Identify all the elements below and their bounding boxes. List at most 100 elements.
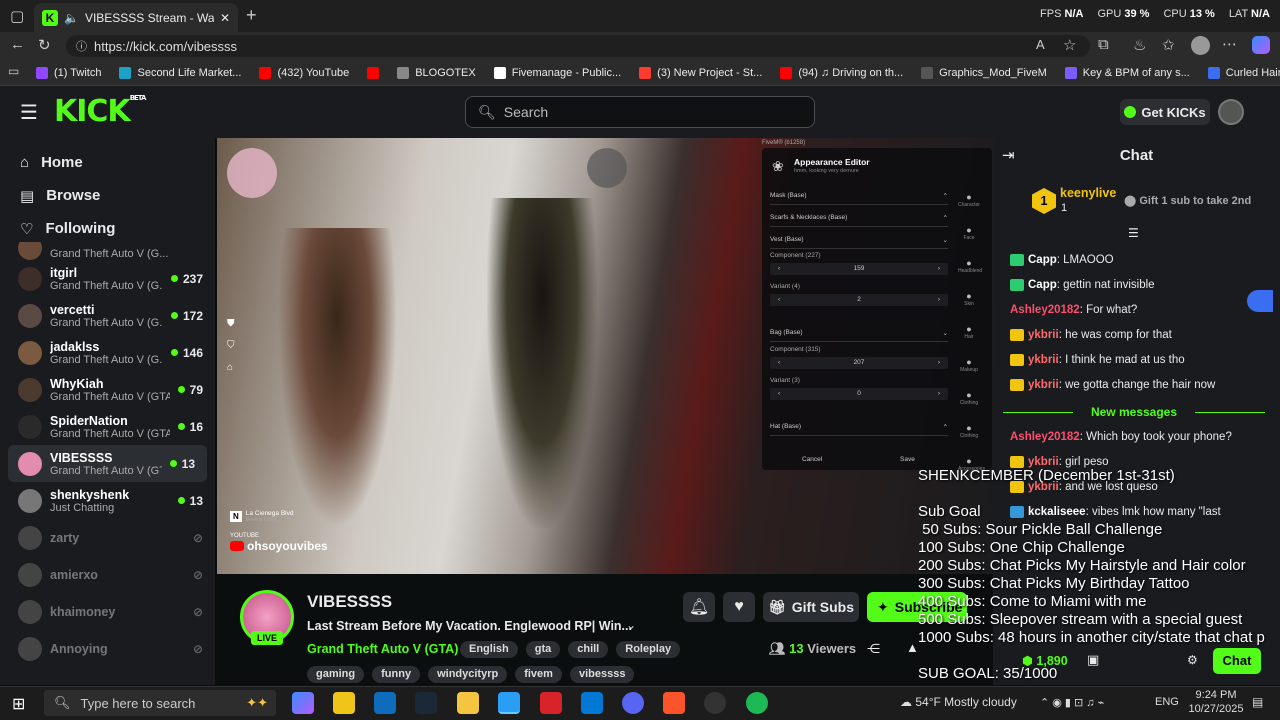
- discord-app-icon[interactable]: [622, 692, 644, 714]
- sidebar-channel[interactable]: WhyKiah Grand Theft Auto V (GTA) 79: [0, 371, 215, 408]
- brave-app-icon[interactable]: [663, 692, 685, 714]
- clock[interactable]: 9:24 PM 10/27/2025: [1188, 688, 1244, 716]
- outlook-app-icon[interactable]: [374, 692, 396, 714]
- nav-browse[interactable]: ▤ Browse: [0, 179, 215, 212]
- bookmark-item[interactable]: BLOGOTEX: [397, 66, 476, 79]
- chevron-down-icon[interactable]: ⌄: [626, 618, 636, 632]
- user-avatar[interactable]: [1218, 99, 1244, 125]
- editor-cancel-button: Cancel: [802, 456, 823, 463]
- wps-app-icon[interactable]: [540, 692, 562, 714]
- chat-menu-icon[interactable]: ☰: [1128, 226, 1139, 240]
- bookmark-item[interactable]: Graphics_Mod_FiveM: [921, 66, 1047, 79]
- chat-username[interactable]: ykbrii: [1028, 456, 1059, 468]
- url-bar[interactable]: ⓘ https://kick.com/vibessss: [66, 35, 1090, 57]
- sidebar-channel[interactable]: VIBESSSSGrand Theft Auto V (GTA) 13: [8, 445, 207, 482]
- sidebar-channel[interactable]: vercetti Grand Theft Auto V (G... 172: [0, 297, 215, 334]
- windows-start-icon[interactable]: ⊞: [12, 694, 25, 714]
- chat-username[interactable]: Capp: [1028, 279, 1057, 291]
- favorites-icon[interactable]: ✩: [1162, 36, 1175, 54]
- follow-heart-button[interactable]: ♥: [723, 592, 755, 622]
- gift-prompt[interactable]: ⬤ Gift 1 sub to take 2nd: [1124, 194, 1251, 207]
- stream-tag[interactable]: English: [460, 641, 518, 658]
- stream-tag[interactable]: gta: [525, 641, 561, 658]
- sidebar-channel[interactable]: SpiderNation Grand Theft Auto V (GTA) 16: [0, 408, 215, 445]
- reload-button[interactable]: ↻: [38, 36, 51, 54]
- notification-bell-button[interactable]: 🔔︎: [683, 592, 715, 622]
- stream-category[interactable]: Grand Theft Auto V (GTA): [307, 642, 458, 656]
- nav-following[interactable]: ♡ Following: [0, 212, 215, 245]
- chat-username[interactable]: ykbrii: [1028, 481, 1059, 493]
- new-tab-button[interactable]: +: [246, 5, 257, 26]
- favorite-star-icon[interactable]: ☆: [1063, 36, 1076, 54]
- extensions-icon[interactable]: ⧉: [1098, 36, 1109, 53]
- stream-tag[interactable]: funny: [372, 666, 421, 683]
- search-input[interactable]: 🔍︎ Search: [465, 96, 815, 128]
- chat-username[interactable]: ykbrii: [1028, 329, 1059, 341]
- bookmark-item[interactable]: (94) ♫ Driving on th...: [780, 66, 903, 79]
- report-icon[interactable]: ▲: [906, 640, 919, 655]
- chat-username[interactable]: Ashley20182: [1010, 304, 1080, 316]
- stream-tag[interactable]: gaming: [307, 666, 365, 683]
- store-app-icon[interactable]: [333, 692, 355, 714]
- leader-username[interactable]: keenylive: [1060, 186, 1116, 200]
- read-aloud-icon[interactable]: A: [1036, 37, 1045, 52]
- chat-username[interactable]: kckaliseee: [1028, 506, 1086, 518]
- chat-username[interactable]: ykbrii: [1028, 379, 1059, 391]
- chat-username[interactable]: Capp: [1028, 254, 1057, 266]
- weather-widget[interactable]: ☁ 54°F Mostly cloudy: [900, 695, 1017, 709]
- reading-list-icon[interactable]: ▭: [8, 64, 19, 78]
- window-app-icon[interactable]: [581, 692, 603, 714]
- performance-icon[interactable]: ♨: [1133, 36, 1146, 54]
- stream-tag[interactable]: chill: [568, 641, 609, 658]
- tab-close-icon[interactable]: ✕: [220, 11, 230, 25]
- copilot-app-icon[interactable]: [292, 692, 314, 714]
- bookmark-item[interactable]: [367, 66, 380, 79]
- language-indicator[interactable]: ENG: [1155, 696, 1179, 708]
- bookmark-item[interactable]: (432) YouTube: [259, 66, 349, 79]
- taskbar-search[interactable]: 🔍︎ Type here to search ✦✦: [44, 690, 276, 716]
- hamburger-menu-icon[interactable]: ☰: [20, 100, 38, 125]
- sidebar-channel[interactable]: Annoying ⊘: [0, 630, 215, 667]
- new-messages-divider[interactable]: New messages: [1003, 405, 1265, 419]
- notifications-icon[interactable]: ▤: [1252, 695, 1263, 709]
- window-menu-icon[interactable]: ▢: [10, 7, 24, 25]
- chat-username[interactable]: Ashley20182: [1010, 431, 1080, 443]
- get-kicks-button[interactable]: Get KICKs: [1120, 99, 1210, 125]
- profile-icon[interactable]: [1191, 36, 1210, 55]
- kick-logo[interactable]: KICKBETA: [54, 94, 146, 129]
- file-explorer-icon[interactable]: [457, 692, 479, 714]
- bookmark-item[interactable]: Second Life Market...: [119, 66, 241, 79]
- sidebar-channel[interactable]: khaimoney ⊘: [0, 593, 215, 630]
- bookmark-item[interactable]: Key & BPM of any s...: [1064, 66, 1190, 79]
- edge-app-icon[interactable]: [498, 692, 520, 714]
- back-button[interactable]: ←: [10, 36, 25, 53]
- sidebar-channel[interactable]: amierxo ⊘: [0, 556, 215, 593]
- obs-app-icon[interactable]: [704, 692, 726, 714]
- copilot-icon[interactable]: [1252, 36, 1270, 54]
- sidebar-channel[interactable]: jadaklss Grand Theft Auto V (G... 146: [0, 334, 215, 371]
- channel-name[interactable]: VIBESSSS: [307, 592, 392, 612]
- steam-app-icon[interactable]: [415, 692, 437, 714]
- sidebar-channel[interactable]: shenkyshenk Just Chatting 13: [0, 482, 215, 519]
- nav-home[interactable]: ⌂ Home: [0, 146, 215, 179]
- more-menu-icon[interactable]: ⋯: [1222, 35, 1237, 53]
- stream-tag[interactable]: Roleplay: [616, 641, 681, 658]
- sidebar-channel[interactable]: itgirl Grand Theft Auto V (G... 237: [0, 260, 215, 297]
- bookmark-item[interactable]: (1) Twitch: [36, 66, 101, 79]
- gift-subs-button[interactable]: 🎁︎ Gift Subs: [763, 592, 859, 622]
- stream-tag[interactable]: vibessss: [569, 666, 635, 683]
- chat-username[interactable]: ykbrii: [1028, 354, 1059, 366]
- browser-tab-active[interactable]: K 🔈 VIBESSSS Stream - Watch Li... ✕: [34, 3, 238, 32]
- site-info-icon[interactable]: ⓘ: [76, 38, 87, 54]
- bookmark-item[interactable]: (3) New Project - St...: [639, 66, 762, 79]
- sidebar-channel[interactable]: Grand Theft Auto V (G...: [0, 242, 215, 260]
- stream-tag[interactable]: windycityrp: [428, 666, 508, 683]
- sidebar-channel[interactable]: zarty ⊘: [0, 519, 215, 556]
- bookmark-item[interactable]: Curled Hair W/ Brai...: [1207, 66, 1280, 79]
- stream-tag[interactable]: fivem: [515, 666, 562, 683]
- bookmark-item[interactable]: Fivemanage - Public...: [493, 66, 621, 79]
- system-tray-icons[interactable]: ⌃ ◉ ▮ ⊡ ♫ ⌁: [1040, 696, 1104, 709]
- spotify-app-icon[interactable]: [746, 692, 768, 714]
- share-icon[interactable]: ⋲: [867, 641, 880, 657]
- speaker-icon[interactable]: 🔈: [64, 11, 79, 25]
